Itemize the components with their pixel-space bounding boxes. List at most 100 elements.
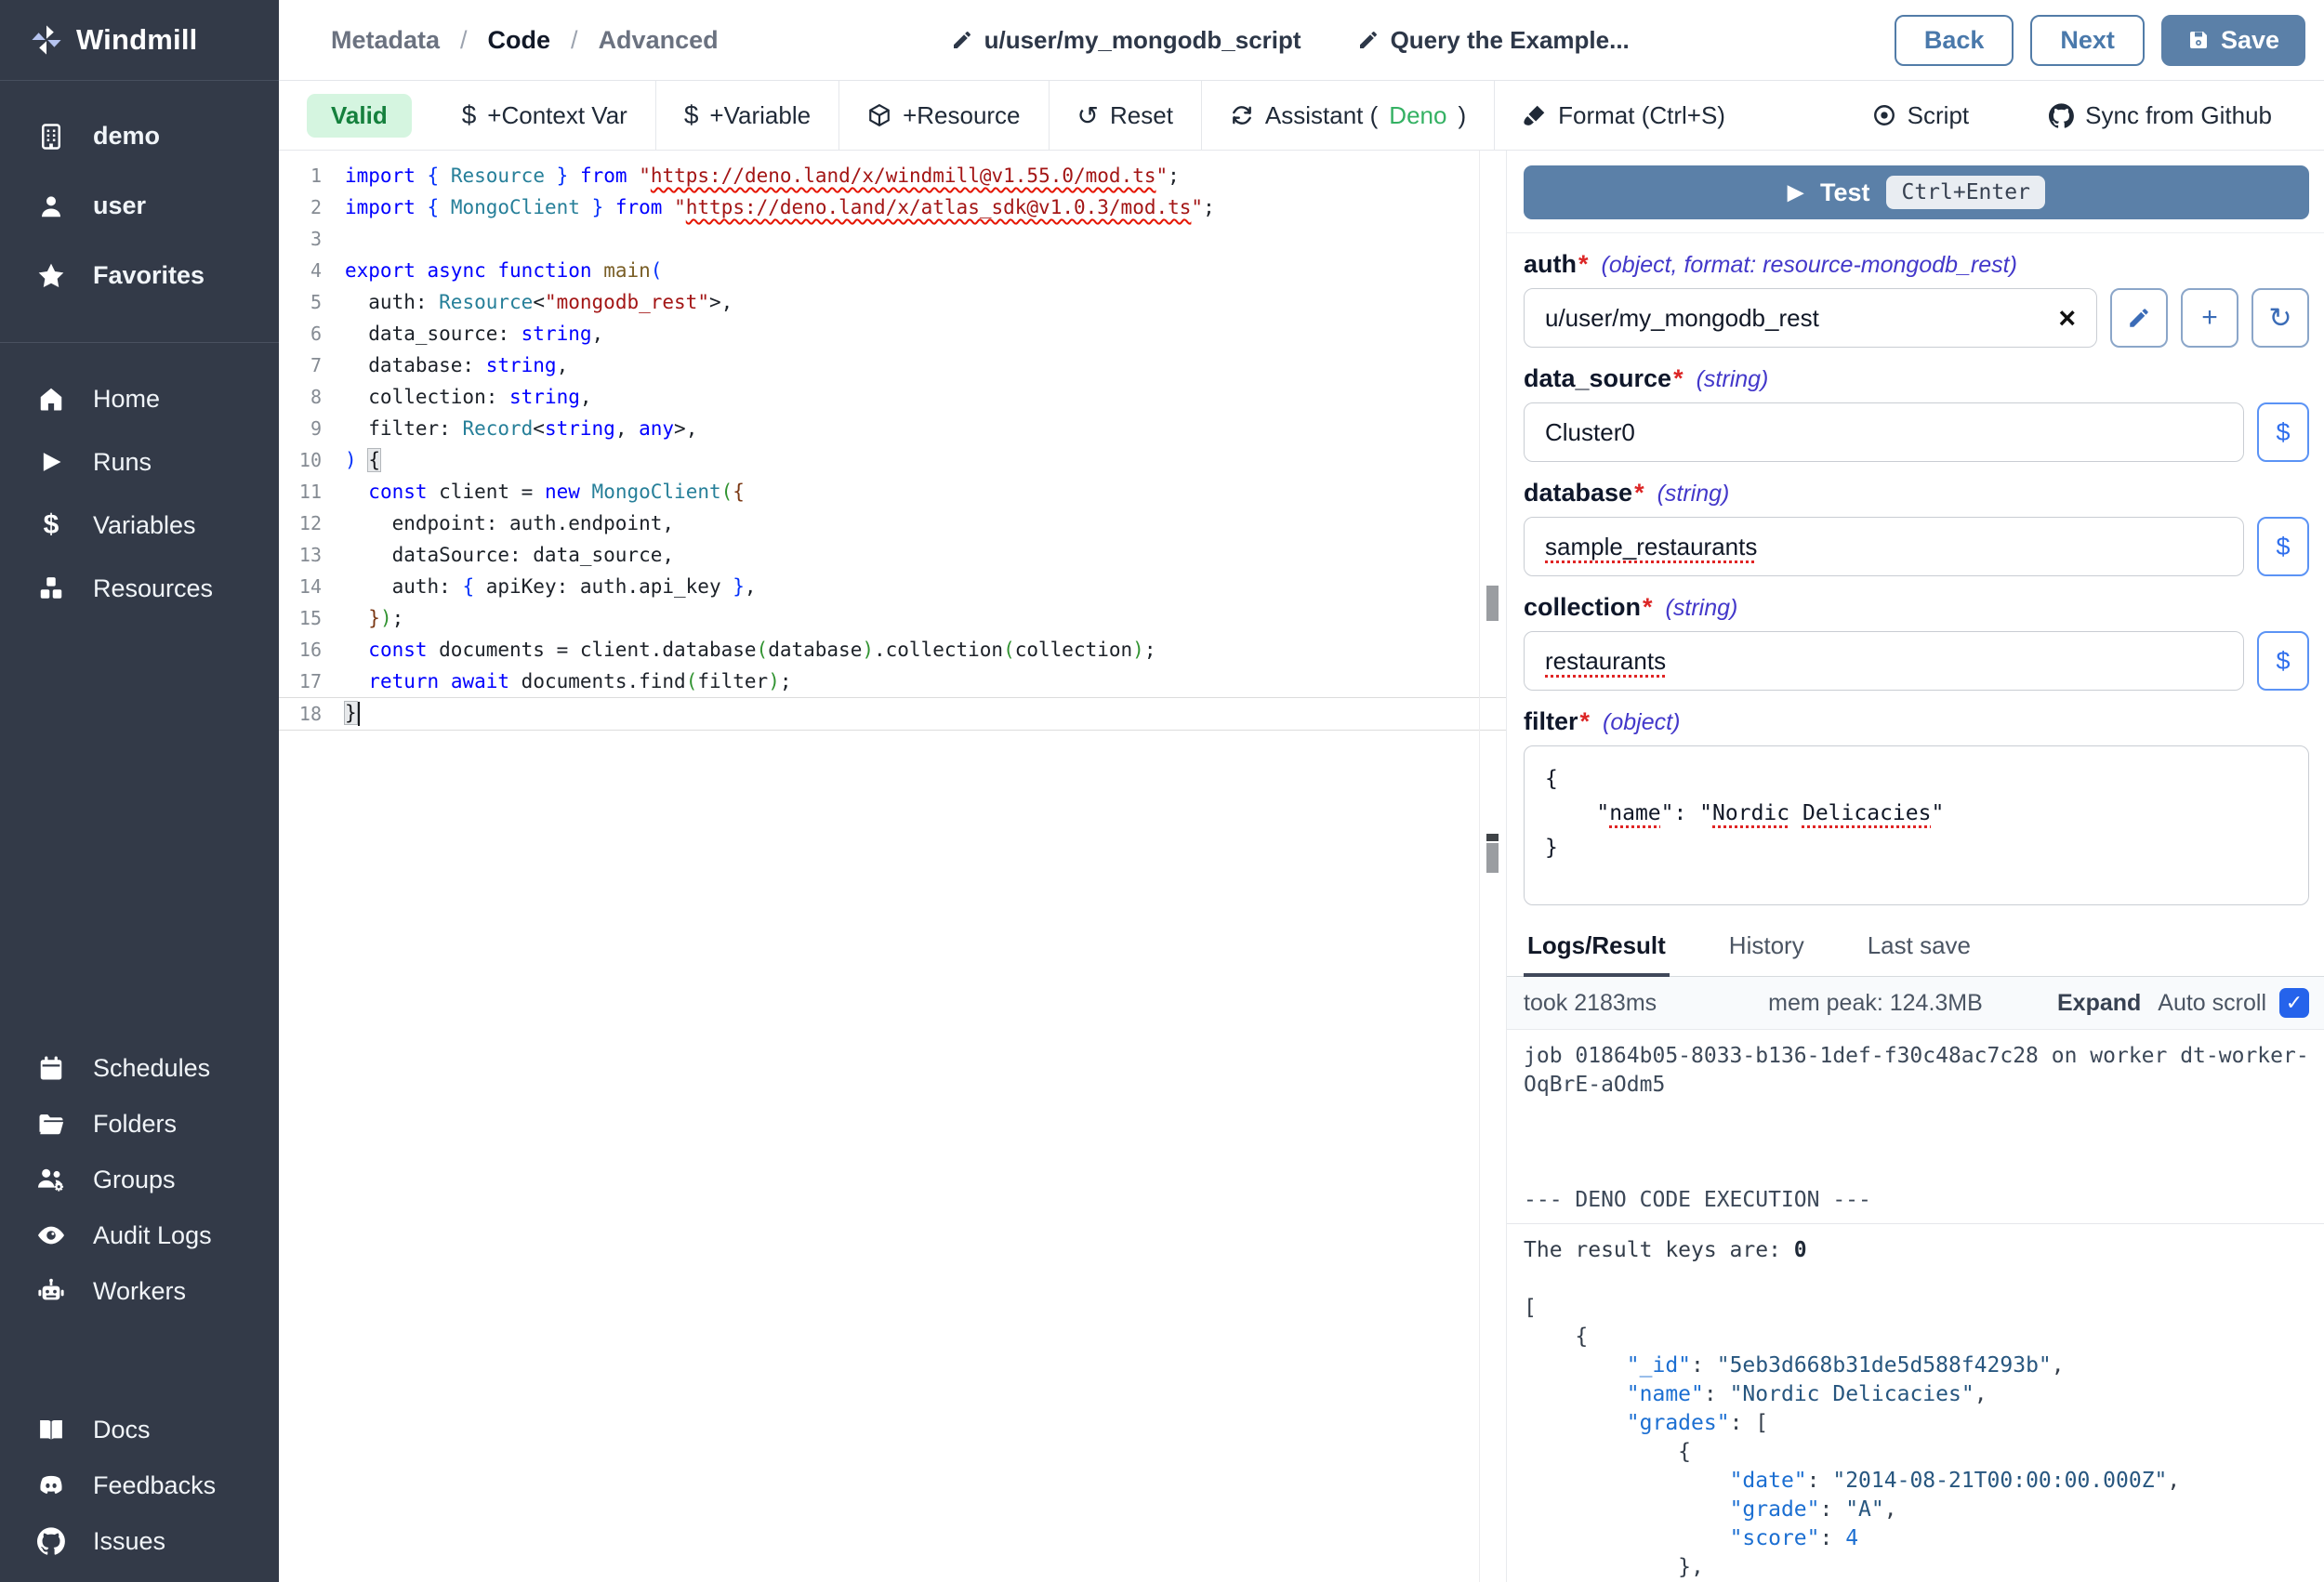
sidebar-item-folders[interactable]: Folders: [0, 1096, 279, 1152]
expand-button[interactable]: Expand: [2057, 990, 2141, 1017]
book-icon: [35, 1414, 67, 1445]
sidebar-item-label: Resources: [93, 574, 213, 603]
required-mark: *: [1580, 707, 1591, 736]
breadcrumb-separator: /: [460, 26, 468, 55]
insert-variable-button[interactable]: $: [2257, 402, 2309, 462]
result-tabs: Logs/Result History Last save: [1507, 924, 2324, 977]
script-path-edit[interactable]: u/user/my_mongodb_script: [951, 26, 1301, 55]
sidebar-item-runs[interactable]: Runs: [0, 430, 279, 494]
test-button[interactable]: ▶ Test Ctrl+Enter: [1524, 165, 2309, 219]
sidebar-item-feedbacks[interactable]: Feedbacks: [0, 1457, 279, 1513]
collection-input[interactable]: restaurants: [1524, 631, 2244, 691]
required-mark: *: [1578, 250, 1589, 279]
sidebar-item-label: Workers: [93, 1277, 186, 1306]
home-icon: [35, 383, 67, 415]
sidebar-item-schedules[interactable]: Schedules: [0, 1040, 279, 1096]
app-title: Windmill: [76, 23, 197, 57]
dollar-icon: $: [684, 100, 699, 130]
sidebar-item-favorites[interactable]: Favorites: [0, 241, 279, 310]
sidebar-item-variables[interactable]: $ Variables: [0, 494, 279, 557]
field-auth: auth * (object, format: resource-mongodb…: [1524, 250, 2309, 348]
add-resource-button[interactable]: +Resource: [839, 101, 1048, 130]
sidebar-item-label: Favorites: [93, 261, 205, 290]
sidebar-item-user[interactable]: user: [0, 171, 279, 241]
log-output: job 01864b05-8033-b136-1def-f30c48ac7c28…: [1524, 1030, 2309, 1214]
tab-last-save[interactable]: Last save: [1864, 924, 1974, 976]
editor-toolbar: Valid $ +Context Var $ +Variable +Resour…: [279, 81, 2324, 151]
field-annotation: (object, format: resource-mongodb_rest): [1602, 252, 2017, 279]
refresh-cw-icon: [1230, 103, 1254, 127]
eye-icon: [35, 1219, 67, 1251]
sync-from-github-button[interactable]: Sync from Github: [2021, 101, 2300, 130]
refresh-resource-button[interactable]: ↻: [2251, 288, 2309, 348]
scrollbar-decoration: [1486, 834, 1499, 841]
tab-metadata[interactable]: Metadata: [331, 26, 440, 55]
script-summary-edit[interactable]: Query the Example...: [1357, 26, 1630, 55]
autoscroll-checkbox[interactable]: ✓: [2279, 988, 2309, 1018]
clear-icon[interactable]: ×: [2058, 303, 2076, 333]
edit-resource-button[interactable]: [2110, 288, 2168, 348]
assistant-button[interactable]: Assistant (Deno): [1202, 101, 1494, 130]
play-icon: [35, 446, 67, 478]
field-name: filter: [1524, 707, 1578, 736]
tab-logs-result[interactable]: Logs/Result: [1524, 924, 1670, 977]
pencil-icon: [2127, 306, 2151, 330]
tab-code[interactable]: Code: [488, 26, 551, 55]
nav-section-footer: Docs Feedbacks Issues: [0, 1402, 279, 1582]
sidebar-item-groups[interactable]: Groups: [0, 1152, 279, 1207]
autoscroll-label: Auto scroll: [2158, 990, 2266, 1017]
next-button[interactable]: Next: [2030, 15, 2145, 66]
tab-advanced[interactable]: Advanced: [599, 26, 719, 55]
sidebar-item-resources[interactable]: Resources: [0, 557, 279, 620]
test-shortcut-kbd: Ctrl+Enter: [1886, 176, 2044, 209]
tab-history[interactable]: History: [1725, 924, 1808, 976]
sidebar-item-label: Runs: [93, 448, 152, 477]
field-database: database * (string) sample_restaurants $: [1524, 479, 2309, 576]
sidebar-item-audit-logs[interactable]: Audit Logs: [0, 1207, 279, 1263]
add-variable-button[interactable]: $ +Variable: [656, 100, 838, 130]
sidebar-item-docs[interactable]: Docs: [0, 1402, 279, 1457]
code-editor[interactable]: 1import { Resource } from "https://deno.…: [279, 151, 1506, 1582]
scrollbar-decoration: [1486, 843, 1499, 873]
sidebar-item-label: Variables: [93, 511, 196, 540]
field-annotation: (string): [1666, 595, 1738, 622]
auth-resource-input[interactable]: u/user/my_mongodb_rest ×: [1524, 288, 2097, 348]
breadcrumb-separator: /: [571, 26, 578, 55]
back-button[interactable]: Back: [1895, 15, 2014, 66]
filter-json-editor[interactable]: { "name": "Nordic Delicacies"}: [1524, 745, 2309, 905]
sidebar-item-label: Schedules: [93, 1054, 210, 1083]
sidebar-item-workers[interactable]: Workers: [0, 1263, 279, 1319]
building-icon: [35, 121, 67, 152]
workspace-logo[interactable]: Windmill: [0, 0, 279, 81]
insert-variable-button[interactable]: $: [2257, 631, 2309, 691]
add-context-var-button[interactable]: $ +Context Var: [434, 100, 655, 130]
script-summary: Query the Example...: [1391, 26, 1630, 55]
sidebar-item-home[interactable]: Home: [0, 367, 279, 430]
github-icon: [2049, 103, 2074, 128]
required-mark: *: [1673, 364, 1684, 393]
format-button[interactable]: Format (Ctrl+S): [1495, 101, 1753, 130]
sidebar-item-workspace[interactable]: demo: [0, 101, 279, 171]
workspace-section: demo user Favorites: [0, 81, 279, 310]
sidebar-item-label: Home: [93, 385, 160, 414]
database-input[interactable]: sample_restaurants: [1524, 517, 2244, 576]
run-stats-bar: took 2183ms mem peak: 124.3MB Expand Aut…: [1507, 977, 2324, 1030]
sidebar-item-label: demo: [93, 122, 160, 151]
reset-button[interactable]: ↺ Reset: [1050, 100, 1201, 131]
insert-variable-button[interactable]: $: [2257, 517, 2309, 576]
brush-icon: [1523, 103, 1547, 127]
save-button[interactable]: Save: [2161, 15, 2305, 66]
folder-icon: [35, 1108, 67, 1140]
data-source-input[interactable]: Cluster0: [1524, 402, 2244, 462]
scrollbar-decoration: [1486, 586, 1499, 621]
user-icon: [35, 191, 67, 222]
sidebar-item-issues[interactable]: Issues: [0, 1513, 279, 1569]
field-name: data_source: [1524, 364, 1671, 393]
play-icon: ▶: [1788, 180, 1803, 204]
assistant-language: Deno: [1389, 101, 1446, 130]
sidebar-item-label: Folders: [93, 1110, 177, 1139]
top-header: Metadata / Code / Advanced u/user/my_mon…: [279, 0, 2324, 81]
add-resource-button[interactable]: +: [2181, 288, 2238, 348]
editor-scrollbar-track[interactable]: [1479, 151, 1480, 1582]
script-kind-button[interactable]: Script: [1844, 101, 1997, 130]
